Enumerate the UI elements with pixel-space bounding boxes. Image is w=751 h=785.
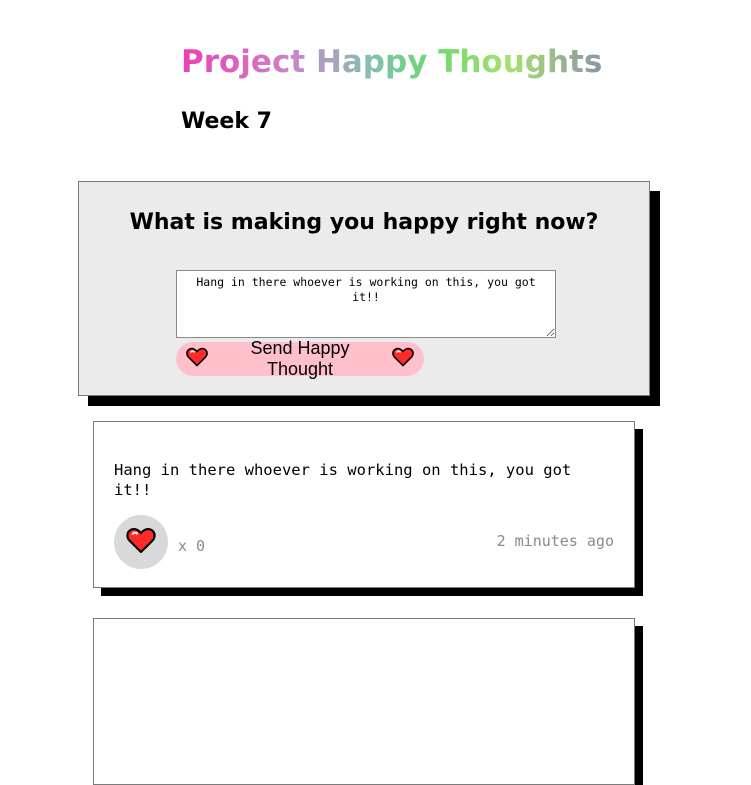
form-question: What is making you happy right now? [129,210,599,235]
thought-timestamp: 2 minutes ago [496,532,614,550]
thought-card: Hang in there whoever is working on this… [93,421,635,588]
like-button[interactable] [114,515,168,569]
thought-input[interactable]: Hang in there whoever is working on this… [176,270,556,338]
thought-card-next [93,618,635,785]
send-thought-button[interactable]: Send Happy Thought [176,338,424,379]
like-count: x 0 [178,537,206,555]
heart-icon [186,347,208,372]
week-subtitle: Week 7 [181,109,272,134]
send-thought-label: Send Happy Thought [250,338,350,379]
app-title: Project Happy Thoughts [181,44,603,80]
thought-message: Hang in there whoever is working on this… [114,461,572,499]
heart-icon [392,347,414,372]
heart-icon [126,527,156,557]
thought-form: What is making you happy right now? Hang… [78,181,650,396]
